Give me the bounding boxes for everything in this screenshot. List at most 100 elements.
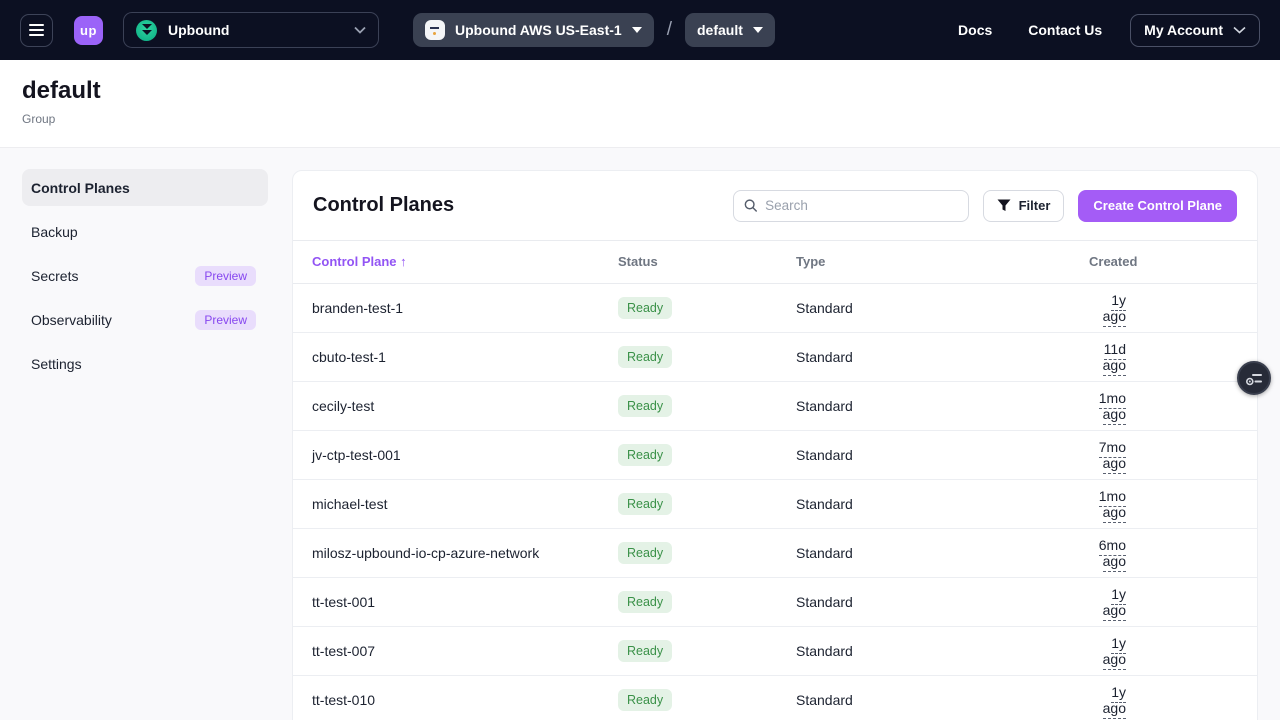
- table-row[interactable]: cbuto-test-1 Ready Standard 11d ago: [293, 332, 1257, 381]
- filter-button[interactable]: Filter: [983, 190, 1065, 222]
- cell-control-plane: cbuto-test-1: [293, 332, 618, 381]
- hamburger-menu-button[interactable]: [20, 14, 53, 47]
- cell-type: Standard: [796, 675, 1089, 720]
- create-control-plane-button[interactable]: Create Control Plane: [1078, 190, 1237, 222]
- control-plane-name[interactable]: tt-test-010: [312, 692, 375, 708]
- control-plane-type: Standard: [796, 496, 853, 512]
- control-plane-selector[interactable]: Upbound AWS US-East-1: [413, 13, 654, 47]
- created-timestamp: 1mo ago: [1099, 390, 1126, 425]
- control-plane-selector-label: Upbound AWS US-East-1: [455, 22, 622, 38]
- sidebar-item-control-planes[interactable]: Control Planes: [22, 169, 268, 206]
- cell-created: 1y ago: [1089, 626, 1257, 675]
- control-plane-name[interactable]: milosz-upbound-io-cp-azure-network: [312, 545, 539, 561]
- table-row[interactable]: branden-test-1 Ready Standard 1y ago: [293, 283, 1257, 332]
- cell-control-plane: jv-ctp-test-001: [293, 430, 618, 479]
- cell-status: Ready: [618, 675, 796, 720]
- my-account-button[interactable]: My Account: [1130, 14, 1260, 47]
- status-badge: Ready: [618, 297, 672, 319]
- cell-type: Standard: [796, 332, 1089, 381]
- created-timestamp: 1y ago: [1103, 586, 1126, 621]
- sidebar-item-settings[interactable]: Settings: [22, 345, 268, 382]
- chevron-down-icon: [1233, 26, 1246, 34]
- cell-created: 1y ago: [1089, 675, 1257, 720]
- organization-selector-label: Upbound: [168, 22, 229, 38]
- control-plane-type: Standard: [796, 594, 853, 610]
- chevron-down-icon: [354, 26, 366, 34]
- created-timestamp: 11d ago: [1103, 341, 1126, 376]
- control-plane-name[interactable]: cbuto-test-1: [312, 349, 386, 365]
- panel-title: Control Planes: [313, 194, 454, 217]
- cell-created: 11d ago: [1089, 332, 1257, 381]
- search-input[interactable]: [765, 198, 958, 213]
- table-row[interactable]: tt-test-010 Ready Standard1y ago: [293, 675, 1257, 720]
- control-plane-icon: [425, 20, 445, 40]
- sidebar-item-label: Observability: [31, 312, 112, 328]
- table-row[interactable]: cecily-testReadyStandard1mo ago: [293, 381, 1257, 430]
- cell-type: Standard: [796, 430, 1089, 479]
- cell-status: Ready: [618, 430, 796, 479]
- table-row[interactable]: tt-test-007ReadyStandard1y ago: [293, 626, 1257, 675]
- control-plane-name[interactable]: branden-test-1: [312, 300, 403, 316]
- control-plane-name[interactable]: tt-test-001: [312, 594, 375, 610]
- control-plane-name[interactable]: tt-test-007: [312, 643, 375, 659]
- status-badge: Ready: [618, 640, 672, 662]
- table-row[interactable]: milosz-upbound-io-cp-azure-network Ready S…: [293, 528, 1257, 577]
- created-timestamp: 7mo ago: [1099, 439, 1126, 474]
- group-selector-label: default: [697, 22, 743, 38]
- cell-type: Standard: [796, 479, 1089, 528]
- breadcrumb-separator: /: [667, 19, 672, 41]
- column-header-status[interactable]: Status: [618, 241, 796, 283]
- page-subtitle: Group: [22, 112, 1280, 126]
- cell-status: Ready: [618, 626, 796, 675]
- status-badge: Ready: [618, 346, 672, 368]
- upbound-logo[interactable]: up: [74, 16, 103, 45]
- top-navbar: up Upbound Upbound AWS US-East-1 / defau…: [0, 0, 1280, 60]
- sidebar-item-label: Secrets: [31, 268, 78, 284]
- cell-status: Ready: [618, 528, 796, 577]
- caret-down-icon: [753, 27, 763, 33]
- sidebar-nav: Control Planes Backup Secrets Preview Observ…: [22, 169, 268, 389]
- cell-control-plane: cecily-test: [293, 381, 618, 430]
- sidebar-item-label: Settings: [31, 356, 82, 372]
- control-plane-type: Standard: [796, 398, 853, 414]
- table-row[interactable]: tt-test-001 ReadyStandard 1y ago: [293, 577, 1257, 626]
- sidebar-item-observability[interactable]: ObservabilityPreview: [22, 301, 268, 338]
- created-timestamp: 1y ago: [1103, 635, 1126, 670]
- sidebar-item-secrets[interactable]: Secrets Preview: [22, 257, 268, 294]
- feedback-widget-button[interactable]: [1237, 361, 1271, 395]
- control-plane-name[interactable]: michael-test: [312, 496, 387, 512]
- created-timestamp: 1y ago: [1103, 292, 1126, 327]
- control-plane-type: Standard: [796, 300, 853, 316]
- sidebar-item-label: Backup: [31, 224, 78, 240]
- column-header-type[interactable]: Type: [796, 241, 1089, 283]
- body-area: Control Planes Backup Secrets Preview Observ…: [0, 148, 1280, 720]
- control-plane-name[interactable]: jv-ctp-test-001: [312, 447, 401, 463]
- cell-control-plane: michael-test: [293, 479, 618, 528]
- organization-selector[interactable]: Upbound: [123, 12, 379, 48]
- preview-badge: Preview: [195, 266, 256, 286]
- sidebar-item-backup[interactable]: Backup: [22, 213, 268, 250]
- cell-type: Standard: [796, 528, 1089, 577]
- table-row[interactable]: jv-ctp-test-001 ReadyStandard 7mo ago: [293, 430, 1257, 479]
- control-plane-type: Standard: [796, 349, 853, 365]
- status-badge: Ready: [618, 542, 672, 564]
- cell-status: Ready: [618, 479, 796, 528]
- control-planes-panel: Control Planes Filter Create Control Pla…: [292, 170, 1258, 720]
- column-header-control-plane[interactable]: Control Plane ↑: [293, 241, 618, 283]
- group-selector[interactable]: default: [685, 13, 775, 47]
- table-row[interactable]: michael-test ReadyStandard 1mo ago: [293, 479, 1257, 528]
- organization-avatar-icon: [136, 20, 157, 41]
- search-icon: [744, 198, 758, 213]
- cell-status: Ready: [618, 577, 796, 626]
- docs-link[interactable]: Docs: [958, 22, 992, 38]
- cell-created: 7mo ago: [1089, 430, 1257, 479]
- cell-status: Ready: [618, 332, 796, 381]
- caret-down-icon: [632, 27, 642, 33]
- contact-us-link[interactable]: Contact Us: [1028, 22, 1102, 38]
- created-timestamp: 1mo ago: [1099, 488, 1126, 523]
- feedback-icon: [1245, 369, 1264, 388]
- control-plane-name[interactable]: cecily-test: [312, 398, 374, 414]
- sort-ascending-icon: ↑: [400, 254, 407, 269]
- status-badge: Ready: [618, 689, 672, 711]
- column-header-created[interactable]: Created: [1089, 241, 1257, 283]
